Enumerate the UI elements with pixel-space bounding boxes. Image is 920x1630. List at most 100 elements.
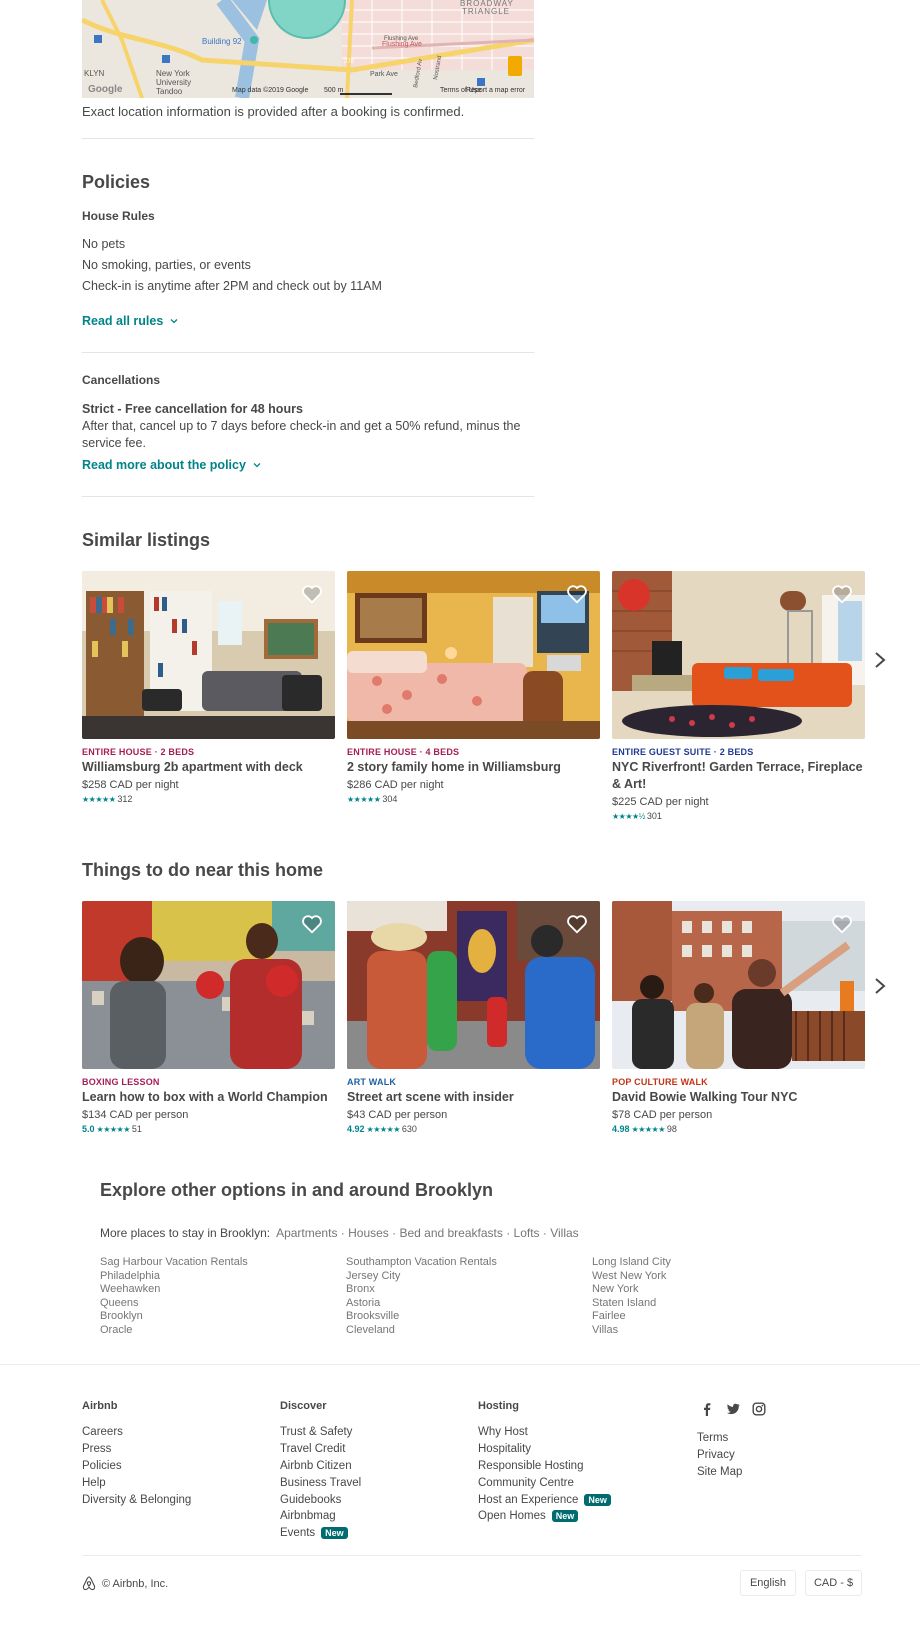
listing-photo[interactable] bbox=[612, 571, 865, 739]
footer-link[interactable]: Why Host bbox=[478, 1424, 611, 1441]
explore-link[interactable]: Astoria bbox=[346, 1297, 497, 1311]
experience-rating: 4.92 ★★★★★ 630 bbox=[347, 1124, 600, 1134]
star-rating-icon: ★★★★★ bbox=[631, 1124, 666, 1134]
listing-title[interactable]: 2 story family home in Williamsburg bbox=[347, 759, 600, 776]
review-count: 51 bbox=[131, 1124, 142, 1134]
review-count: 312 bbox=[117, 794, 133, 804]
experience-title[interactable]: Street art scene with insider bbox=[347, 1089, 600, 1106]
more-places-label: More places to stay in Brooklyn: bbox=[100, 1226, 271, 1240]
terms-link[interactable]: Terms bbox=[697, 1430, 742, 1447]
explore-link[interactable]: Staten Island bbox=[592, 1297, 671, 1311]
map-report-link[interactable]: Report a map error bbox=[466, 87, 525, 94]
explore-link[interactable]: Bronx bbox=[346, 1283, 497, 1297]
listing-type: ENTIRE HOUSE · 4 BEDS bbox=[347, 747, 460, 757]
listing-card[interactable]: ENTIRE HOUSE · 2 BEDS Williamsburg 2b ap… bbox=[82, 571, 335, 804]
explore-link[interactable]: Queens bbox=[100, 1297, 248, 1311]
location-note: Exact location information is provided a… bbox=[82, 104, 465, 119]
footer-link[interactable]: Policies bbox=[82, 1458, 191, 1475]
footer-link[interactable]: Help bbox=[82, 1474, 191, 1491]
explore-link[interactable]: Brooklyn bbox=[100, 1310, 248, 1324]
next-arrow-icon[interactable] bbox=[872, 650, 888, 670]
explore-link[interactable]: New York bbox=[592, 1283, 671, 1297]
experience-card[interactable]: ART WALK Street art scene with insider $… bbox=[347, 901, 600, 1134]
listing-title[interactable]: NYC Riverfront! Garden Terrace, Fireplac… bbox=[612, 759, 865, 793]
explore-link[interactable]: Brooksville bbox=[346, 1310, 497, 1324]
footer-column-title: Discover bbox=[280, 1400, 327, 1412]
listing-card[interactable]: ENTIRE GUEST SUITE · 2 BEDS NYC Riverfro… bbox=[612, 571, 865, 821]
new-badge: New bbox=[321, 1527, 348, 1540]
explore-link[interactable]: Cleveland bbox=[346, 1324, 497, 1338]
listing-photo[interactable] bbox=[82, 571, 335, 739]
footer-link[interactable]: Guidebooks bbox=[280, 1491, 361, 1508]
experience-photo[interactable] bbox=[82, 901, 335, 1069]
footer-link[interactable]: Airbnbmag bbox=[280, 1508, 361, 1525]
more-places-links[interactable]: Apartments · Houses · Bed and breakfasts… bbox=[276, 1226, 579, 1240]
listing-card[interactable]: ENTIRE HOUSE · 4 BEDS 2 story family hom… bbox=[347, 571, 600, 804]
language-selector[interactable]: English bbox=[740, 1570, 796, 1596]
footer-link[interactable]: Business Travel bbox=[280, 1474, 361, 1491]
heart-icon[interactable] bbox=[301, 583, 323, 605]
map-attribution: Map data ©2019 Google bbox=[232, 87, 309, 94]
experience-price: $78 CAD per person bbox=[612, 1109, 713, 1121]
explore-link[interactable]: Philadelphia bbox=[100, 1270, 248, 1284]
review-count: 304 bbox=[382, 794, 398, 804]
explore-link[interactable]: Long Island City bbox=[592, 1256, 671, 1270]
footer-column-title: Airbnb bbox=[82, 1400, 118, 1412]
explore-link[interactable]: Oracle bbox=[100, 1324, 248, 1338]
experience-title[interactable]: David Bowie Walking Tour NYC bbox=[612, 1089, 865, 1106]
explore-link[interactable]: Weehawken bbox=[100, 1283, 248, 1297]
footer-link[interactable]: Airbnb Citizen bbox=[280, 1458, 361, 1475]
heart-icon[interactable] bbox=[566, 913, 588, 935]
experience-photo[interactable] bbox=[612, 901, 865, 1069]
location-map[interactable]: Building 92 Flushing Ave KLYN New York U… bbox=[82, 0, 534, 98]
footer-link[interactable]: Diversity & Belonging bbox=[82, 1491, 191, 1508]
experience-card[interactable]: POP CULTURE WALK David Bowie Walking Tou… bbox=[612, 901, 865, 1134]
read-all-rules-link[interactable]: Read all rules bbox=[82, 314, 179, 328]
listing-photo[interactable] bbox=[347, 571, 600, 739]
footer-link[interactable]: Careers bbox=[82, 1424, 191, 1441]
experience-type: BOXING LESSON bbox=[82, 1077, 160, 1087]
explore-link[interactable]: Jersey City bbox=[346, 1270, 497, 1284]
footer-link[interactable]: Events New bbox=[280, 1525, 361, 1542]
footer-link[interactable]: Trust & Safety bbox=[280, 1424, 361, 1441]
experience-title[interactable]: Learn how to box with a World Champion bbox=[82, 1089, 335, 1106]
listing-title[interactable]: Williamsburg 2b apartment with deck bbox=[82, 759, 335, 776]
footer-hosting-column: Hosting Why Host Hospitality Responsible… bbox=[478, 1400, 611, 1525]
read-more-policy-link[interactable]: Read more about the policy bbox=[82, 458, 262, 472]
explore-column-3: Long Island City West New York New York … bbox=[592, 1256, 671, 1338]
privacy-link[interactable]: Privacy bbox=[697, 1447, 742, 1464]
footer-link[interactable]: Responsible Hosting bbox=[478, 1458, 611, 1475]
policies-heading: Policies bbox=[82, 172, 151, 192]
heart-icon[interactable] bbox=[301, 913, 323, 935]
footer-link[interactable]: Open Homes New bbox=[478, 1508, 611, 1525]
footer-discover-column: Discover Trust & Safety Travel Credit Ai… bbox=[280, 1400, 361, 1542]
review-count: 98 bbox=[666, 1124, 677, 1134]
map-label: Flushing Ave bbox=[384, 36, 419, 42]
explore-link[interactable]: Sag Harbour Vacation Rentals bbox=[100, 1256, 248, 1270]
chevron-down-icon bbox=[170, 319, 178, 324]
footer-link[interactable]: Travel Credit bbox=[280, 1441, 361, 1458]
footer-link[interactable]: Community Centre bbox=[478, 1474, 611, 1491]
explore-link[interactable]: West New York bbox=[592, 1270, 671, 1284]
listing-rating: ★★★★½ 301 bbox=[612, 811, 865, 821]
experience-photo[interactable] bbox=[347, 901, 600, 1069]
footer-link[interactable]: Hospitality bbox=[478, 1441, 611, 1458]
explore-link[interactable]: Southampton Vacation Rentals bbox=[346, 1256, 497, 1270]
twitter-icon[interactable] bbox=[726, 1402, 740, 1416]
airbnb-logo-icon bbox=[82, 1576, 96, 1591]
footer-link[interactable]: Press bbox=[82, 1441, 191, 1458]
heart-icon[interactable] bbox=[566, 583, 588, 605]
explore-link[interactable]: Villas bbox=[592, 1324, 671, 1338]
sitemap-link[interactable]: Site Map bbox=[697, 1464, 742, 1481]
next-arrow-icon[interactable] bbox=[872, 976, 888, 996]
explore-column-1: Sag Harbour Vacation Rentals Philadelphi… bbox=[100, 1256, 248, 1338]
explore-link[interactable]: Fairlee bbox=[592, 1310, 671, 1324]
heart-icon[interactable] bbox=[831, 913, 853, 935]
experience-card[interactable]: BOXING LESSON Learn how to box with a Wo… bbox=[82, 901, 335, 1134]
footer-link[interactable]: Host an Experience New bbox=[478, 1491, 611, 1508]
heart-icon[interactable] bbox=[831, 583, 853, 605]
facebook-icon[interactable] bbox=[700, 1402, 714, 1416]
instagram-icon[interactable] bbox=[752, 1402, 766, 1416]
currency-selector[interactable]: CAD - $ bbox=[805, 1570, 862, 1596]
star-rating-icon: ★★★★★ bbox=[347, 794, 381, 804]
